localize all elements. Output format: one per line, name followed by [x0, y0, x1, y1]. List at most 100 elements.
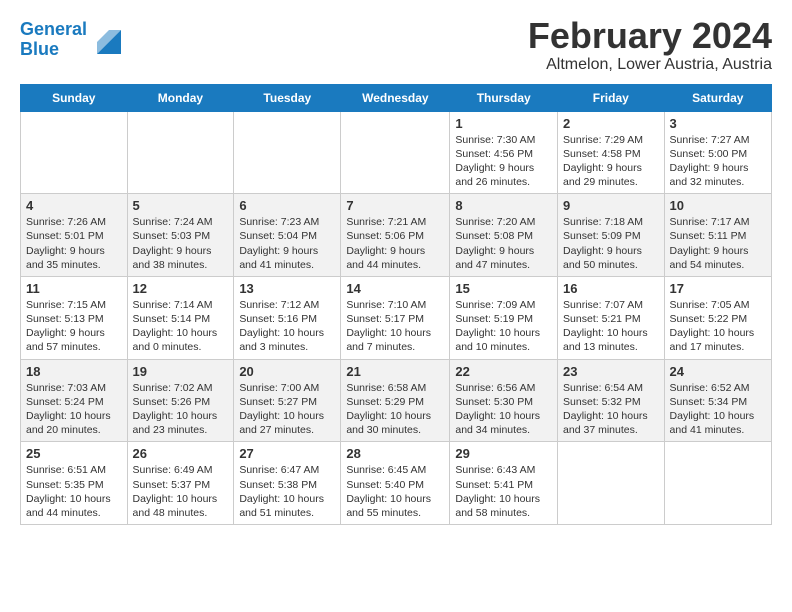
calendar-cell-w0d3: [341, 111, 450, 194]
day-info: Sunrise: 7:05 AM Sunset: 5:22 PM Dayligh…: [670, 298, 766, 355]
day-info: Sunrise: 7:29 AM Sunset: 4:58 PM Dayligh…: [563, 133, 659, 190]
day-number: 10: [670, 198, 766, 213]
day-number: 21: [346, 364, 444, 379]
day-number: 8: [455, 198, 552, 213]
calendar-cell-w4d6: [664, 442, 771, 525]
calendar-cell-w3d6: 24 Sunrise: 6:52 AM Sunset: 5:34 PM Dayli…: [664, 359, 771, 442]
calendar-cell-w0d1: [127, 111, 234, 194]
day-number: 7: [346, 198, 444, 213]
day-header-tuesday: Tuesday: [234, 84, 341, 111]
page-title: February 2024: [528, 16, 772, 56]
day-info: Sunrise: 6:58 AM Sunset: 5:29 PM Dayligh…: [346, 381, 444, 438]
day-info: Sunrise: 7:02 AM Sunset: 5:26 PM Dayligh…: [133, 381, 229, 438]
calendar-cell-w4d0: 25 Sunrise: 6:51 AM Sunset: 5:35 PM Dayli…: [21, 442, 128, 525]
day-info: Sunrise: 7:23 AM Sunset: 5:04 PM Dayligh…: [239, 215, 335, 272]
calendar-cell-w4d5: [558, 442, 665, 525]
day-info: Sunrise: 6:56 AM Sunset: 5:30 PM Dayligh…: [455, 381, 552, 438]
title-block: February 2024 Altmelon, Lower Austria, A…: [528, 16, 772, 74]
calendar-cell-w2d5: 16Sunrise: 7:07 AM Sunset: 5:21 PM Dayli…: [558, 276, 665, 359]
calendar-cell-w1d0: 4 Sunrise: 7:26 AM Sunset: 5:01 PM Daylig…: [21, 194, 128, 277]
calendar-cell-w3d4: 22 Sunrise: 6:56 AM Sunset: 5:30 PM Dayli…: [450, 359, 558, 442]
day-info: Sunrise: 6:49 AM Sunset: 5:37 PM Dayligh…: [133, 463, 229, 520]
day-info: Sunrise: 6:51 AM Sunset: 5:35 PM Dayligh…: [26, 463, 122, 520]
day-info: Sunrise: 7:27 AM Sunset: 5:00 PM Dayligh…: [670, 133, 766, 190]
day-info: Sunrise: 7:21 AM Sunset: 5:06 PM Dayligh…: [346, 215, 444, 272]
calendar-cell-w0d6: 3 Sunrise: 7:27 AM Sunset: 5:00 PM Daylig…: [664, 111, 771, 194]
calendar-cell-w0d5: 2 Sunrise: 7:29 AM Sunset: 4:58 PM Daylig…: [558, 111, 665, 194]
calendar-cell-w1d2: 6 Sunrise: 7:23 AM Sunset: 5:04 PM Daylig…: [234, 194, 341, 277]
calendar-cell-w3d2: 20 Sunrise: 7:00 AM Sunset: 5:27 PM Dayli…: [234, 359, 341, 442]
day-number: 14: [346, 281, 444, 296]
calendar-cell-w2d0: 11 Sunrise: 7:15 AM Sunset: 5:13 PM Dayli…: [21, 276, 128, 359]
calendar-cell-w4d4: 29 Sunrise: 6:43 AM Sunset: 5:41 PM Dayli…: [450, 442, 558, 525]
day-number: 19: [133, 364, 229, 379]
day-info: Sunrise: 6:52 AM Sunset: 5:34 PM Dayligh…: [670, 381, 766, 438]
page-header: General Blue February 2024 Altmelon, Low…: [20, 16, 772, 74]
day-number: 1: [455, 116, 552, 131]
calendar-cell-w1d1: 5 Sunrise: 7:24 AM Sunset: 5:03 PM Daylig…: [127, 194, 234, 277]
calendar-cell-w3d3: 21 Sunrise: 6:58 AM Sunset: 5:29 PM Dayli…: [341, 359, 450, 442]
day-info: Sunrise: 7:17 AM Sunset: 5:11 PM Dayligh…: [670, 215, 766, 272]
day-number: 4: [26, 198, 122, 213]
calendar-cell-w1d4: 8Sunrise: 7:20 AM Sunset: 5:08 PM Daylig…: [450, 194, 558, 277]
day-info: Sunrise: 7:03 AM Sunset: 5:24 PM Dayligh…: [26, 381, 122, 438]
day-number: 25: [26, 446, 122, 461]
day-info: Sunrise: 7:24 AM Sunset: 5:03 PM Dayligh…: [133, 215, 229, 272]
calendar-cell-w0d0: [21, 111, 128, 194]
day-header-thursday: Thursday: [450, 84, 558, 111]
day-info: Sunrise: 6:45 AM Sunset: 5:40 PM Dayligh…: [346, 463, 444, 520]
day-info: Sunrise: 7:10 AM Sunset: 5:17 PM Dayligh…: [346, 298, 444, 355]
day-info: Sunrise: 7:09 AM Sunset: 5:19 PM Dayligh…: [455, 298, 552, 355]
calendar-cell-w4d3: 28 Sunrise: 6:45 AM Sunset: 5:40 PM Dayli…: [341, 442, 450, 525]
calendar-cell-w3d5: 23 Sunrise: 6:54 AM Sunset: 5:32 PM Dayli…: [558, 359, 665, 442]
logo: General Blue: [20, 20, 121, 60]
calendar-cell-w2d3: 14 Sunrise: 7:10 AM Sunset: 5:17 PM Dayli…: [341, 276, 450, 359]
day-info: Sunrise: 6:54 AM Sunset: 5:32 PM Dayligh…: [563, 381, 659, 438]
calendar-cell-w2d2: 13 Sunrise: 7:12 AM Sunset: 5:16 PM Dayli…: [234, 276, 341, 359]
day-number: 12: [133, 281, 229, 296]
calendar-table: SundayMondayTuesdayWednesdayThursdayFrid…: [20, 84, 772, 525]
day-number: 20: [239, 364, 335, 379]
day-info: Sunrise: 7:26 AM Sunset: 5:01 PM Dayligh…: [26, 215, 122, 272]
day-number: 6: [239, 198, 335, 213]
calendar-cell-w0d4: 1 Sunrise: 7:30 AM Sunset: 4:56 PM Daylig…: [450, 111, 558, 194]
calendar-cell-w3d0: 18Sunrise: 7:03 AM Sunset: 5:24 PM Dayli…: [21, 359, 128, 442]
calendar-cell-w2d1: 12 Sunrise: 7:14 AM Sunset: 5:14 PM Dayli…: [127, 276, 234, 359]
calendar-cell-w1d5: 9Sunrise: 7:18 AM Sunset: 5:09 PM Daylig…: [558, 194, 665, 277]
day-header-wednesday: Wednesday: [341, 84, 450, 111]
day-number: 29: [455, 446, 552, 461]
day-number: 22: [455, 364, 552, 379]
page-subtitle: Altmelon, Lower Austria, Austria: [528, 56, 772, 74]
day-info: Sunrise: 7:18 AM Sunset: 5:09 PM Dayligh…: [563, 215, 659, 272]
calendar-cell-w4d2: 27Sunrise: 6:47 AM Sunset: 5:38 PM Dayli…: [234, 442, 341, 525]
day-info: Sunrise: 7:12 AM Sunset: 5:16 PM Dayligh…: [239, 298, 335, 355]
calendar-cell-w4d1: 26 Sunrise: 6:49 AM Sunset: 5:37 PM Dayli…: [127, 442, 234, 525]
day-header-monday: Monday: [127, 84, 234, 111]
day-number: 11: [26, 281, 122, 296]
day-info: Sunrise: 7:15 AM Sunset: 5:13 PM Dayligh…: [26, 298, 122, 355]
day-number: 13: [239, 281, 335, 296]
logo-text: General Blue: [20, 20, 87, 60]
day-header-saturday: Saturday: [664, 84, 771, 111]
day-number: 16: [563, 281, 659, 296]
day-header-friday: Friday: [558, 84, 665, 111]
day-number: 26: [133, 446, 229, 461]
day-header-sunday: Sunday: [21, 84, 128, 111]
calendar-cell-w3d1: 19 Sunrise: 7:02 AM Sunset: 5:26 PM Dayli…: [127, 359, 234, 442]
day-number: 2: [563, 116, 659, 131]
day-number: 23: [563, 364, 659, 379]
calendar-cell-w1d3: 7 Sunrise: 7:21 AM Sunset: 5:06 PM Daylig…: [341, 194, 450, 277]
day-info: Sunrise: 7:14 AM Sunset: 5:14 PM Dayligh…: [133, 298, 229, 355]
day-number: 5: [133, 198, 229, 213]
logo-icon: [89, 26, 121, 54]
day-info: Sunrise: 6:43 AM Sunset: 5:41 PM Dayligh…: [455, 463, 552, 520]
day-number: 17: [670, 281, 766, 296]
day-number: 15: [455, 281, 552, 296]
day-number: 28: [346, 446, 444, 461]
calendar-cell-w2d6: 17 Sunrise: 7:05 AM Sunset: 5:22 PM Dayli…: [664, 276, 771, 359]
calendar-cell-w0d2: [234, 111, 341, 194]
day-number: 24: [670, 364, 766, 379]
day-info: Sunrise: 7:30 AM Sunset: 4:56 PM Dayligh…: [455, 133, 552, 190]
day-number: 3: [670, 116, 766, 131]
day-info: Sunrise: 7:00 AM Sunset: 5:27 PM Dayligh…: [239, 381, 335, 438]
